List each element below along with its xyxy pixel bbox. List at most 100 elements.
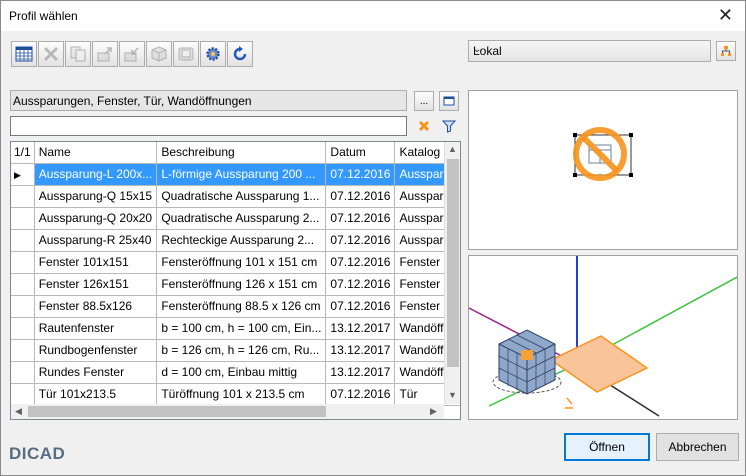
title-bar: Profil wählen ✕ (1, 1, 745, 31)
cell-name[interactable]: Rundbogenfenster (34, 339, 158, 362)
row-header[interactable] (11, 383, 35, 406)
table-row[interactable]: Aussparung-R 25x40 Rechteckige Aussparung… (11, 229, 460, 252)
table-row[interactable]: Fenster 88.5x126 Fensteröffnung 88.5 x 12… (11, 295, 460, 318)
table-row[interactable]: Aussparung-Q 20x20 Quadratische Aussparun… (11, 207, 460, 230)
horizontal-scroll-thumb[interactable] (28, 406, 326, 417)
cancel-button[interactable]: Abbrechen (656, 433, 739, 461)
cell-name[interactable]: Rautenfenster (34, 317, 158, 340)
vertical-scroll-thumb[interactable] (447, 159, 459, 367)
package-icon (151, 46, 167, 62)
row-header[interactable] (11, 273, 35, 296)
cell-desc[interactable]: Fensteröffnung 88.5 x 126 cm (156, 295, 327, 318)
funnel-icon (442, 120, 456, 133)
row-header[interactable] (11, 317, 35, 340)
cell-desc[interactable]: Rechteckige Aussparung 2... (156, 229, 327, 252)
cell-date[interactable]: 07.12.2016 (325, 273, 396, 296)
settings-button[interactable] (200, 41, 226, 67)
cell-desc[interactable]: Fensteröffnung 126 x 151 cm (156, 273, 327, 296)
cell-date[interactable]: 07.12.2016 (325, 185, 396, 208)
vertical-scrollbar[interactable]: ▲ ▼ (444, 142, 460, 404)
cell-date[interactable]: 13.12.2017 (325, 339, 396, 362)
cell-date[interactable]: 07.12.2016 (325, 251, 396, 274)
3d-view[interactable] (468, 255, 738, 420)
window-button[interactable] (439, 91, 459, 111)
scroll-right-icon[interactable]: ▶ (430, 406, 437, 417)
current-row-icon: ▶ (14, 170, 21, 180)
cell-desc[interactable]: Quadratische Aussparung 1... (156, 185, 327, 208)
row-header[interactable] (11, 361, 35, 384)
row-header[interactable]: ▶ (11, 163, 35, 186)
location-select[interactable]: Lokal ⌄ (468, 40, 711, 62)
row-header[interactable] (11, 229, 35, 252)
table-row[interactable]: Tür 101x213.5 Türöffnung 101 x 213.5 cm 07… (11, 383, 460, 406)
profile-dialog: Profil wählen ✕ Lokal ⌄ Aussparungen, Fe… (0, 0, 746, 476)
cell-date[interactable]: 07.12.2016 (325, 383, 396, 406)
package-button[interactable] (146, 41, 172, 67)
row-header[interactable] (11, 207, 35, 230)
table-row[interactable]: Rundbogenfenster b = 126 cm, h = 126 cm, … (11, 339, 460, 362)
filter-button[interactable] (439, 116, 459, 136)
no-preview-icon (573, 127, 633, 181)
cell-desc[interactable]: b = 126 cm, h = 126 cm, Ru... (156, 339, 327, 362)
cell-desc[interactable]: L-förmige Aussparung 200 ... (156, 163, 327, 186)
save-button[interactable] (173, 41, 199, 67)
close-button[interactable]: ✕ (718, 6, 733, 24)
import-icon (124, 47, 139, 62)
column-header-name[interactable]: Name (34, 142, 158, 164)
cell-name[interactable]: Aussparung-R 25x40 (34, 229, 158, 252)
cell-date[interactable]: 07.12.2016 (325, 229, 396, 252)
cell-desc[interactable]: b = 100 cm, h = 100 cm, Ein... (156, 317, 327, 340)
table-row[interactable]: ▶ Aussparung-L 200x... L-förmige Aussparun… (11, 163, 460, 186)
scroll-up-icon[interactable]: ▲ (448, 144, 457, 154)
row-header[interactable] (11, 295, 35, 318)
location-tree-button[interactable] (716, 41, 736, 61)
refresh-button[interactable] (227, 41, 253, 67)
import-button[interactable] (119, 41, 145, 67)
row-header[interactable] (11, 185, 35, 208)
delete-icon (43, 46, 59, 62)
scroll-left-icon[interactable]: ◀ (15, 406, 22, 417)
cell-name[interactable]: Fenster 126x151 (34, 273, 158, 296)
cell-date[interactable]: 13.12.2017 (325, 361, 396, 384)
cell-desc[interactable]: d = 100 cm, Einbau mittig (156, 361, 327, 384)
table-row[interactable]: Aussparung-Q 15x15 Quadratische Aussparun… (11, 185, 460, 208)
table-row[interactable]: Rundes Fenster d = 100 cm, Einbau mittig 1… (11, 361, 460, 384)
table-row[interactable]: Fenster 101x151 Fensteröffnung 101 x 151 … (11, 251, 460, 274)
cell-name[interactable]: Fenster 101x151 (34, 251, 158, 274)
cell-date[interactable]: 07.12.2016 (325, 295, 396, 318)
cell-name[interactable]: Fenster 88.5x126 (34, 295, 158, 318)
table-row[interactable]: Fenster 126x151 Fensteröffnung 126 x 151 … (11, 273, 460, 296)
cell-name[interactable]: Rundes Fenster (34, 361, 158, 384)
scroll-down-icon[interactable]: ▼ (448, 390, 457, 400)
row-counter: 1/1 (11, 142, 35, 164)
filter-input[interactable] (10, 116, 407, 136)
hierarchy-icon (721, 46, 731, 56)
delete-button[interactable] (38, 41, 64, 67)
cell-desc[interactable]: Fensteröffnung 101 x 151 cm (156, 251, 327, 274)
cell-name[interactable]: Aussparung-Q 15x15 (34, 185, 158, 208)
horizontal-scrollbar[interactable]: ◀ ▶ (11, 404, 444, 419)
cell-date[interactable]: 13.12.2017 (325, 317, 396, 340)
cell-desc[interactable]: Quadratische Aussparung 2... (156, 207, 327, 230)
cell-desc[interactable]: Türöffnung 101 x 213.5 cm (156, 383, 327, 406)
cell-name[interactable]: Aussparung-L 200x... (34, 163, 158, 186)
refresh-icon (233, 46, 247, 61)
row-header[interactable] (11, 339, 35, 362)
table-row[interactable]: Rautenfenster b = 100 cm, h = 100 cm, Ein… (11, 317, 460, 340)
export-button[interactable] (92, 41, 118, 67)
table-view-button[interactable] (11, 41, 37, 67)
catalog-path-field: Aussparungen, Fenster, Tür, Wandöffnunge… (10, 90, 407, 111)
cell-name[interactable]: Tür 101x213.5 (34, 383, 158, 406)
save-icon (178, 47, 194, 61)
clear-filter-button[interactable] (414, 116, 434, 136)
column-header-description[interactable]: Beschreibung (156, 142, 327, 164)
browse-button[interactable]: ... (414, 91, 434, 111)
row-header[interactable] (11, 251, 35, 274)
open-button[interactable]: Öffnen (564, 433, 650, 461)
copy-button[interactable] (65, 41, 91, 67)
column-header-date[interactable]: Datum (325, 142, 396, 164)
profile-table: 1/1 Name Beschreibung Datum Katalog ▶ Aus… (10, 141, 461, 420)
cell-date[interactable]: 07.12.2016 (325, 207, 396, 230)
cell-name[interactable]: Aussparung-Q 20x20 (34, 207, 158, 230)
cell-date[interactable]: 07.12.2016 (325, 163, 396, 186)
